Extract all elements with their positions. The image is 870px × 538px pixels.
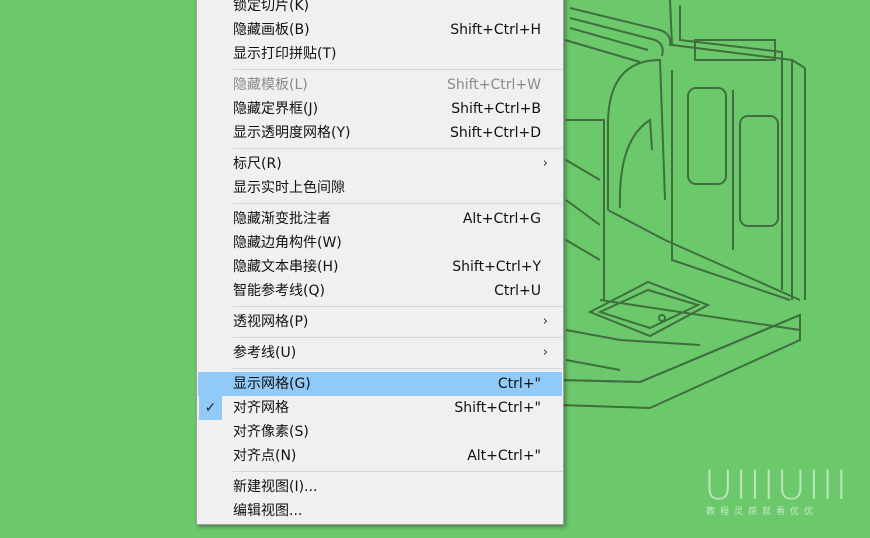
menu-item-label: 隐藏渐变批注者 bbox=[233, 211, 331, 227]
menu-separator bbox=[233, 368, 562, 369]
menu-item-13[interactable]: 参考线(U) › bbox=[198, 341, 562, 365]
menu-item-label: 透视网格(P) bbox=[233, 314, 309, 330]
menu-item-label: 参考线(U) bbox=[233, 345, 297, 361]
menu-item-label: 隐藏模板(L) bbox=[233, 77, 308, 93]
menu-item-shortcut: Shift+Ctrl+D bbox=[450, 125, 541, 141]
menu-item-shortcut: Shift+Ctrl+B bbox=[451, 101, 541, 117]
menu-item-shortcut: Alt+Ctrl+G bbox=[462, 211, 541, 227]
menu-item-shortcut: Shift+Ctrl+" bbox=[454, 400, 541, 416]
menu-item-17[interactable]: 对齐点(N) Alt+Ctrl+" bbox=[198, 444, 562, 468]
menu-item-1[interactable]: 隐藏画板(B) Shift+Ctrl+H bbox=[198, 18, 562, 42]
menu-item-18[interactable]: 新建视图(I)... bbox=[198, 475, 562, 499]
menu-item-2[interactable]: 显示打印拼贴(T) bbox=[198, 42, 562, 66]
menu-item-label: 新建视图(I)... bbox=[233, 479, 318, 495]
watermark-logo-text: UIIIUIII bbox=[704, 463, 850, 509]
watermark-logo: UIIIUIII 教程灵感就看优优 bbox=[704, 466, 850, 518]
submenu-arrow-icon: › bbox=[542, 314, 548, 329]
menu-item-12[interactable]: 透视网格(P) › bbox=[198, 310, 562, 334]
menu-item-label: 隐藏文本串接(H) bbox=[233, 259, 339, 275]
menu-item-shortcut: Ctrl+" bbox=[497, 376, 541, 392]
menu-item-label: 显示打印拼贴(T) bbox=[233, 46, 337, 62]
menu-item-label: 对齐点(N) bbox=[233, 448, 297, 464]
menu-item-14[interactable]: 显示网格(G) Ctrl+" bbox=[198, 372, 562, 396]
menu-item-shortcut: Alt+Ctrl+" bbox=[467, 448, 541, 464]
menu-item-shortcut: Ctrl+U bbox=[494, 283, 541, 299]
menu-separator bbox=[233, 203, 562, 204]
menu-separator bbox=[233, 148, 562, 149]
menu-item-label: 对齐像素(S) bbox=[233, 424, 309, 440]
menu-item-label: 智能参考线(Q) bbox=[233, 283, 325, 299]
menu-item-3: 隐藏模板(L) Shift+Ctrl+W bbox=[198, 73, 562, 97]
menu-item-7[interactable]: 显示实时上色间隙 bbox=[198, 176, 562, 200]
menu-item-label: 对齐网格 bbox=[233, 400, 289, 416]
menu-item-16[interactable]: 对齐像素(S) bbox=[198, 420, 562, 444]
menu-separator bbox=[233, 69, 562, 70]
menu-item-label: 显示透明度网格(Y) bbox=[233, 125, 351, 141]
menu-item-label: 显示网格(G) bbox=[233, 376, 311, 392]
menu-item-0[interactable]: 锁定切片(K) bbox=[198, 0, 562, 18]
submenu-arrow-icon: › bbox=[542, 156, 548, 171]
menu-item-label: 隐藏边角构件(W) bbox=[233, 235, 342, 251]
menu-item-15[interactable]: ✓ 对齐网格 Shift+Ctrl+" bbox=[198, 396, 562, 420]
menu-item-label: 隐藏定界框(J) bbox=[233, 101, 319, 117]
menu-item-label: 显示实时上色间隙 bbox=[233, 180, 345, 196]
view-dropdown-menu: 锁定切片(K) 隐藏画板(B) Shift+Ctrl+H 显示打印拼贴(T) 隐藏模板(… bbox=[196, 0, 564, 525]
menu-item-4[interactable]: 隐藏定界框(J) Shift+Ctrl+B bbox=[198, 97, 562, 121]
menu-item-label: 隐藏画板(B) bbox=[233, 22, 310, 38]
menu-item-10[interactable]: 隐藏文本串接(H) Shift+Ctrl+Y bbox=[198, 255, 562, 279]
menu-item-shortcut: Shift+Ctrl+Y bbox=[452, 259, 541, 275]
menu-item-shortcut: Shift+Ctrl+H bbox=[450, 22, 541, 38]
menu-item-8[interactable]: 隐藏渐变批注者 Alt+Ctrl+G bbox=[198, 207, 562, 231]
menu-item-shortcut: Shift+Ctrl+W bbox=[446, 77, 541, 93]
menu-item-label: 锁定切片(K) bbox=[233, 0, 310, 14]
menu-item-label: 编辑视图... bbox=[233, 503, 303, 519]
menu-separator bbox=[233, 306, 562, 307]
menu-item-6[interactable]: 标尺(R) › bbox=[198, 152, 562, 176]
submenu-arrow-icon: › bbox=[542, 345, 548, 360]
menu-separator bbox=[233, 337, 562, 338]
menu-item-5[interactable]: 显示透明度网格(Y) Shift+Ctrl+D bbox=[198, 121, 562, 145]
menu-item-9[interactable]: 隐藏边角构件(W) bbox=[198, 231, 562, 255]
watermark-tagline: 教程灵感就看优优 bbox=[706, 507, 819, 517]
menu-item-11[interactable]: 智能参考线(Q) Ctrl+U bbox=[198, 279, 562, 303]
menu-item-19[interactable]: 编辑视图... bbox=[198, 499, 562, 523]
menu-separator bbox=[233, 471, 562, 472]
menu-item-label: 标尺(R) bbox=[233, 156, 282, 172]
checkmark-icon: ✓ bbox=[199, 396, 222, 420]
